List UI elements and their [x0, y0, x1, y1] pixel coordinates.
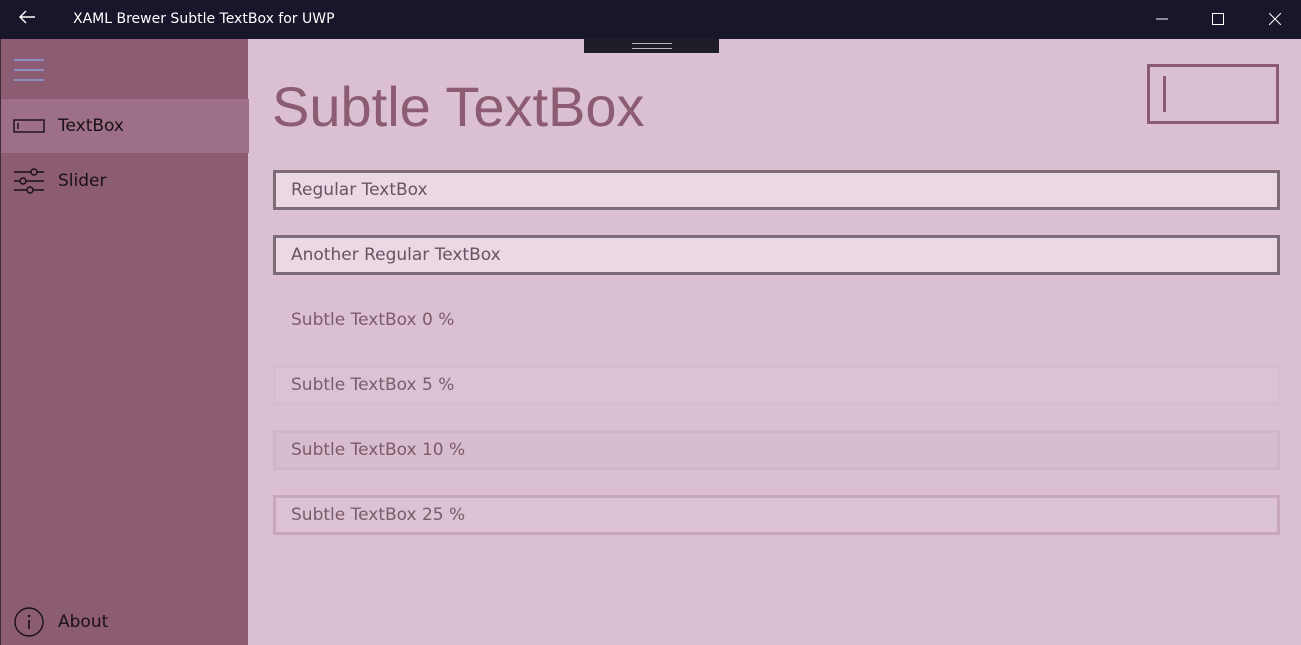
- maximize-button[interactable]: [1190, 0, 1246, 39]
- another-regular-textbox[interactable]: [273, 235, 1280, 275]
- subtle-textbox-25[interactable]: [273, 495, 1280, 535]
- nav-item-label: Slider: [58, 171, 107, 191]
- close-icon: [1268, 10, 1282, 29]
- mini-textbox[interactable]: [1147, 64, 1279, 124]
- close-button[interactable]: [1247, 0, 1301, 39]
- nav-item-textbox[interactable]: TextBox: [1, 99, 249, 153]
- subtle-textbox-0[interactable]: [273, 300, 1280, 340]
- minimize-button[interactable]: [1134, 0, 1190, 39]
- nav-item-slider[interactable]: Slider: [1, 154, 249, 208]
- hamburger-button[interactable]: [13, 56, 45, 84]
- title-bar: XAML Brewer Subtle TextBox for UWP: [0, 0, 1301, 39]
- maximize-icon: [1212, 10, 1224, 29]
- regular-textbox[interactable]: [273, 170, 1280, 210]
- textbox-icon: [13, 112, 45, 140]
- drag-handle[interactable]: [584, 39, 719, 53]
- nav-item-label: TextBox: [58, 116, 124, 136]
- minimize-icon: [1156, 10, 1168, 29]
- hamburger-icon: [13, 59, 45, 88]
- subtle-textbox-10[interactable]: [273, 430, 1280, 470]
- nav-item-about[interactable]: About: [1, 595, 249, 645]
- arrow-left-icon: [18, 9, 36, 29]
- back-button[interactable]: [14, 7, 40, 31]
- nav-item-label: About: [58, 612, 109, 632]
- sliders-icon: [13, 167, 45, 195]
- subtle-textbox-5[interactable]: [273, 365, 1280, 405]
- app-window: XAML Brewer Subtle TextBox for UWP TextB…: [0, 0, 1301, 645]
- page-title: Subtle TextBox: [272, 75, 645, 138]
- window-title: XAML Brewer Subtle TextBox for UWP: [73, 11, 335, 27]
- grip-icon: [631, 43, 672, 49]
- info-icon: [13, 607, 45, 637]
- navigation-pane: TextBox Slider About: [0, 39, 249, 645]
- text-caret: [1163, 76, 1166, 112]
